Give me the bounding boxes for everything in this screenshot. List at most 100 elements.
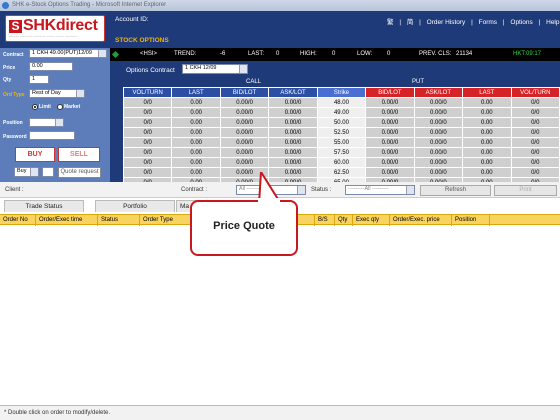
- buy-button[interactable]: BUY: [15, 147, 55, 162]
- put-vol-turn-cell[interactable]: 0/0: [510, 147, 560, 158]
- nav-forms[interactable]: Forms: [479, 19, 497, 26]
- put-bid-lot-cell[interactable]: 0.00/0: [365, 167, 415, 178]
- market-radio[interactable]: [57, 104, 63, 110]
- call-ask-lot-cell[interactable]: 0.00/0: [268, 147, 318, 158]
- put-last-cell[interactable]: 0.00: [462, 137, 512, 148]
- col-status[interactable]: Status: [98, 215, 140, 226]
- strike-cell[interactable]: 48.00: [316, 97, 367, 108]
- put-vol-turn-cell[interactable]: 0/0: [510, 97, 560, 108]
- quote-request-button[interactable]: Quote request: [58, 167, 101, 178]
- call-last-cell[interactable]: 0.00: [171, 107, 221, 118]
- call-ask-lot-cell[interactable]: 0.00/0: [268, 127, 318, 138]
- put-vol-turn-cell[interactable]: 0/0: [510, 167, 560, 178]
- nav-simplified-chinese[interactable]: 简: [407, 19, 414, 26]
- col-buy-sell[interactable]: B/S: [315, 215, 335, 226]
- call-last-cell[interactable]: 0.00: [171, 97, 221, 108]
- print-button[interactable]: Print: [494, 185, 557, 196]
- put-vol-turn-cell[interactable]: 0/0: [510, 137, 560, 148]
- put-last-cell[interactable]: 0.00: [462, 157, 512, 168]
- put-last-cell[interactable]: 0.00: [462, 147, 512, 158]
- call-vol-turn-cell[interactable]: 0/0: [122, 157, 173, 168]
- call-ask-lot-cell[interactable]: 0.00/0: [268, 97, 318, 108]
- strike-cell[interactable]: 55.00: [316, 137, 367, 148]
- limit-radio[interactable]: [32, 104, 38, 110]
- put-bid-lot-cell[interactable]: 0.00/0: [365, 97, 415, 108]
- strike-cell[interactable]: 49.00: [316, 107, 367, 118]
- call-ask-lot-cell[interactable]: 0.00/0: [268, 107, 318, 118]
- strike-cell[interactable]: 50.00: [316, 117, 367, 128]
- col-order-exec-time[interactable]: Order/Exec time: [36, 215, 98, 226]
- call-bid-lot-cell[interactable]: 0.00/0: [219, 97, 270, 108]
- put-vol-turn-cell[interactable]: 0/0: [510, 157, 560, 168]
- password-input[interactable]: [29, 131, 75, 140]
- put-last-cell[interactable]: 0.00: [462, 127, 512, 138]
- col-exec-qty[interactable]: Exec qty: [353, 215, 390, 226]
- contract-select[interactable]: 1 CKH 49.00(PUT)12/09: [29, 49, 107, 58]
- put-vol-turn-cell[interactable]: 0/0: [510, 117, 560, 128]
- call-bid-lot-cell[interactable]: 0.00/0: [219, 117, 270, 128]
- tab-portfolio[interactable]: Portfolio: [95, 200, 175, 212]
- call-ask-lot-cell[interactable]: 0.00/0: [268, 157, 318, 168]
- put-bid-lot-cell[interactable]: 0.00/0: [365, 107, 415, 118]
- put-last-cell[interactable]: 0.00: [462, 97, 512, 108]
- call-ask-lot-cell[interactable]: 0.00/0: [268, 137, 318, 148]
- col-order-exec-price[interactable]: Order/Exec. price: [390, 215, 452, 226]
- nav-traditional-chinese[interactable]: 繁: [387, 19, 394, 26]
- price-input[interactable]: 0.00: [29, 62, 73, 71]
- nav-help[interactable]: Help: [546, 19, 559, 26]
- put-ask-lot-cell[interactable]: 0.00/0: [413, 127, 464, 138]
- put-ask-lot-cell[interactable]: 0.00/0: [413, 117, 464, 128]
- call-last-cell[interactable]: 0.00: [171, 147, 221, 158]
- refresh-button[interactable]: Refresh: [420, 185, 491, 196]
- call-vol-turn-cell[interactable]: 0/0: [122, 97, 173, 108]
- col-order-no[interactable]: Order No: [0, 215, 36, 226]
- call-bid-lot-cell[interactable]: 0.00/0: [219, 107, 270, 118]
- call-last-cell[interactable]: 0.00: [171, 167, 221, 178]
- strike-cell[interactable]: 57.50: [316, 147, 367, 158]
- call-bid-lot-cell[interactable]: 0.00/0: [219, 147, 270, 158]
- side-select[interactable]: Buy: [14, 167, 39, 177]
- strike-cell[interactable]: 52.50: [316, 127, 367, 138]
- put-bid-lot-cell[interactable]: 0.00/0: [365, 127, 415, 138]
- sell-button[interactable]: SELL: [58, 147, 100, 162]
- strike-cell[interactable]: 62.50: [316, 167, 367, 178]
- put-ask-lot-cell[interactable]: 0.00/0: [413, 147, 464, 158]
- put-last-cell[interactable]: 0.00: [462, 107, 512, 118]
- call-bid-lot-cell[interactable]: 0.00/0: [219, 127, 270, 138]
- put-bid-lot-cell[interactable]: 0.00/0: [365, 157, 415, 168]
- put-bid-lot-cell[interactable]: 0.00/0: [365, 117, 415, 128]
- ord-type-select[interactable]: Rest of Day: [29, 89, 85, 98]
- call-last-cell[interactable]: 0.00: [171, 117, 221, 128]
- call-vol-turn-cell[interactable]: 0/0: [122, 147, 173, 158]
- call-vol-turn-cell[interactable]: 0/0: [122, 167, 173, 178]
- quote-row[interactable]: 0/0 0.00 0.00/0 0.00/0 60.00 0.00/0 0.00/0 0.00…: [122, 157, 560, 168]
- call-bid-lot-cell[interactable]: 0.00/0: [219, 137, 270, 148]
- quote-row[interactable]: 0/0 0.00 0.00/0 0.00/0 52.50 0.00/0 0.00/0 0.00…: [122, 127, 560, 138]
- call-last-cell[interactable]: 0.00: [171, 157, 221, 168]
- put-bid-lot-cell[interactable]: 0.00/0: [365, 147, 415, 158]
- call-vol-turn-cell[interactable]: 0/0: [122, 127, 173, 138]
- col-position[interactable]: Position: [452, 215, 490, 226]
- call-ask-lot-cell[interactable]: 0.00/0: [268, 117, 318, 128]
- put-vol-turn-cell[interactable]: 0/0: [510, 127, 560, 138]
- quote-row[interactable]: 0/0 0.00 0.00/0 0.00/0 50.00 0.00/0 0.00/0 0.00…: [122, 117, 560, 128]
- call-last-cell[interactable]: 0.00: [171, 137, 221, 148]
- quote-row[interactable]: 0/0 0.00 0.00/0 0.00/0 62.50 0.00/0 0.00/0 0.00…: [122, 167, 560, 178]
- call-last-cell[interactable]: 0.00: [171, 127, 221, 138]
- strike-cell[interactable]: 60.00: [316, 157, 367, 168]
- put-ask-lot-cell[interactable]: 0.00/0: [413, 157, 464, 168]
- position-select[interactable]: [29, 118, 64, 127]
- put-bid-lot-cell[interactable]: 0.00/0: [365, 137, 415, 148]
- qty-input[interactable]: 1: [29, 75, 49, 84]
- call-bid-lot-cell[interactable]: 0.00/0: [219, 157, 270, 168]
- side-extra-field[interactable]: [42, 167, 54, 177]
- put-vol-turn-cell[interactable]: 0/0: [510, 107, 560, 118]
- put-ask-lot-cell[interactable]: 0.00/0: [413, 107, 464, 118]
- quote-row[interactable]: 0/0 0.00 0.00/0 0.00/0 57.50 0.00/0 0.00/0 0.00…: [122, 147, 560, 158]
- put-ask-lot-cell[interactable]: 0.00/0: [413, 137, 464, 148]
- nav-order-history[interactable]: Order History: [427, 19, 466, 26]
- filter-status-select[interactable]: ---------All ---------: [345, 185, 415, 195]
- col-qty[interactable]: Qty: [335, 215, 353, 226]
- quote-row[interactable]: 0/0 0.00 0.00/0 0.00/0 55.00 0.00/0 0.00/0 0.00…: [122, 137, 560, 148]
- call-vol-turn-cell[interactable]: 0/0: [122, 107, 173, 118]
